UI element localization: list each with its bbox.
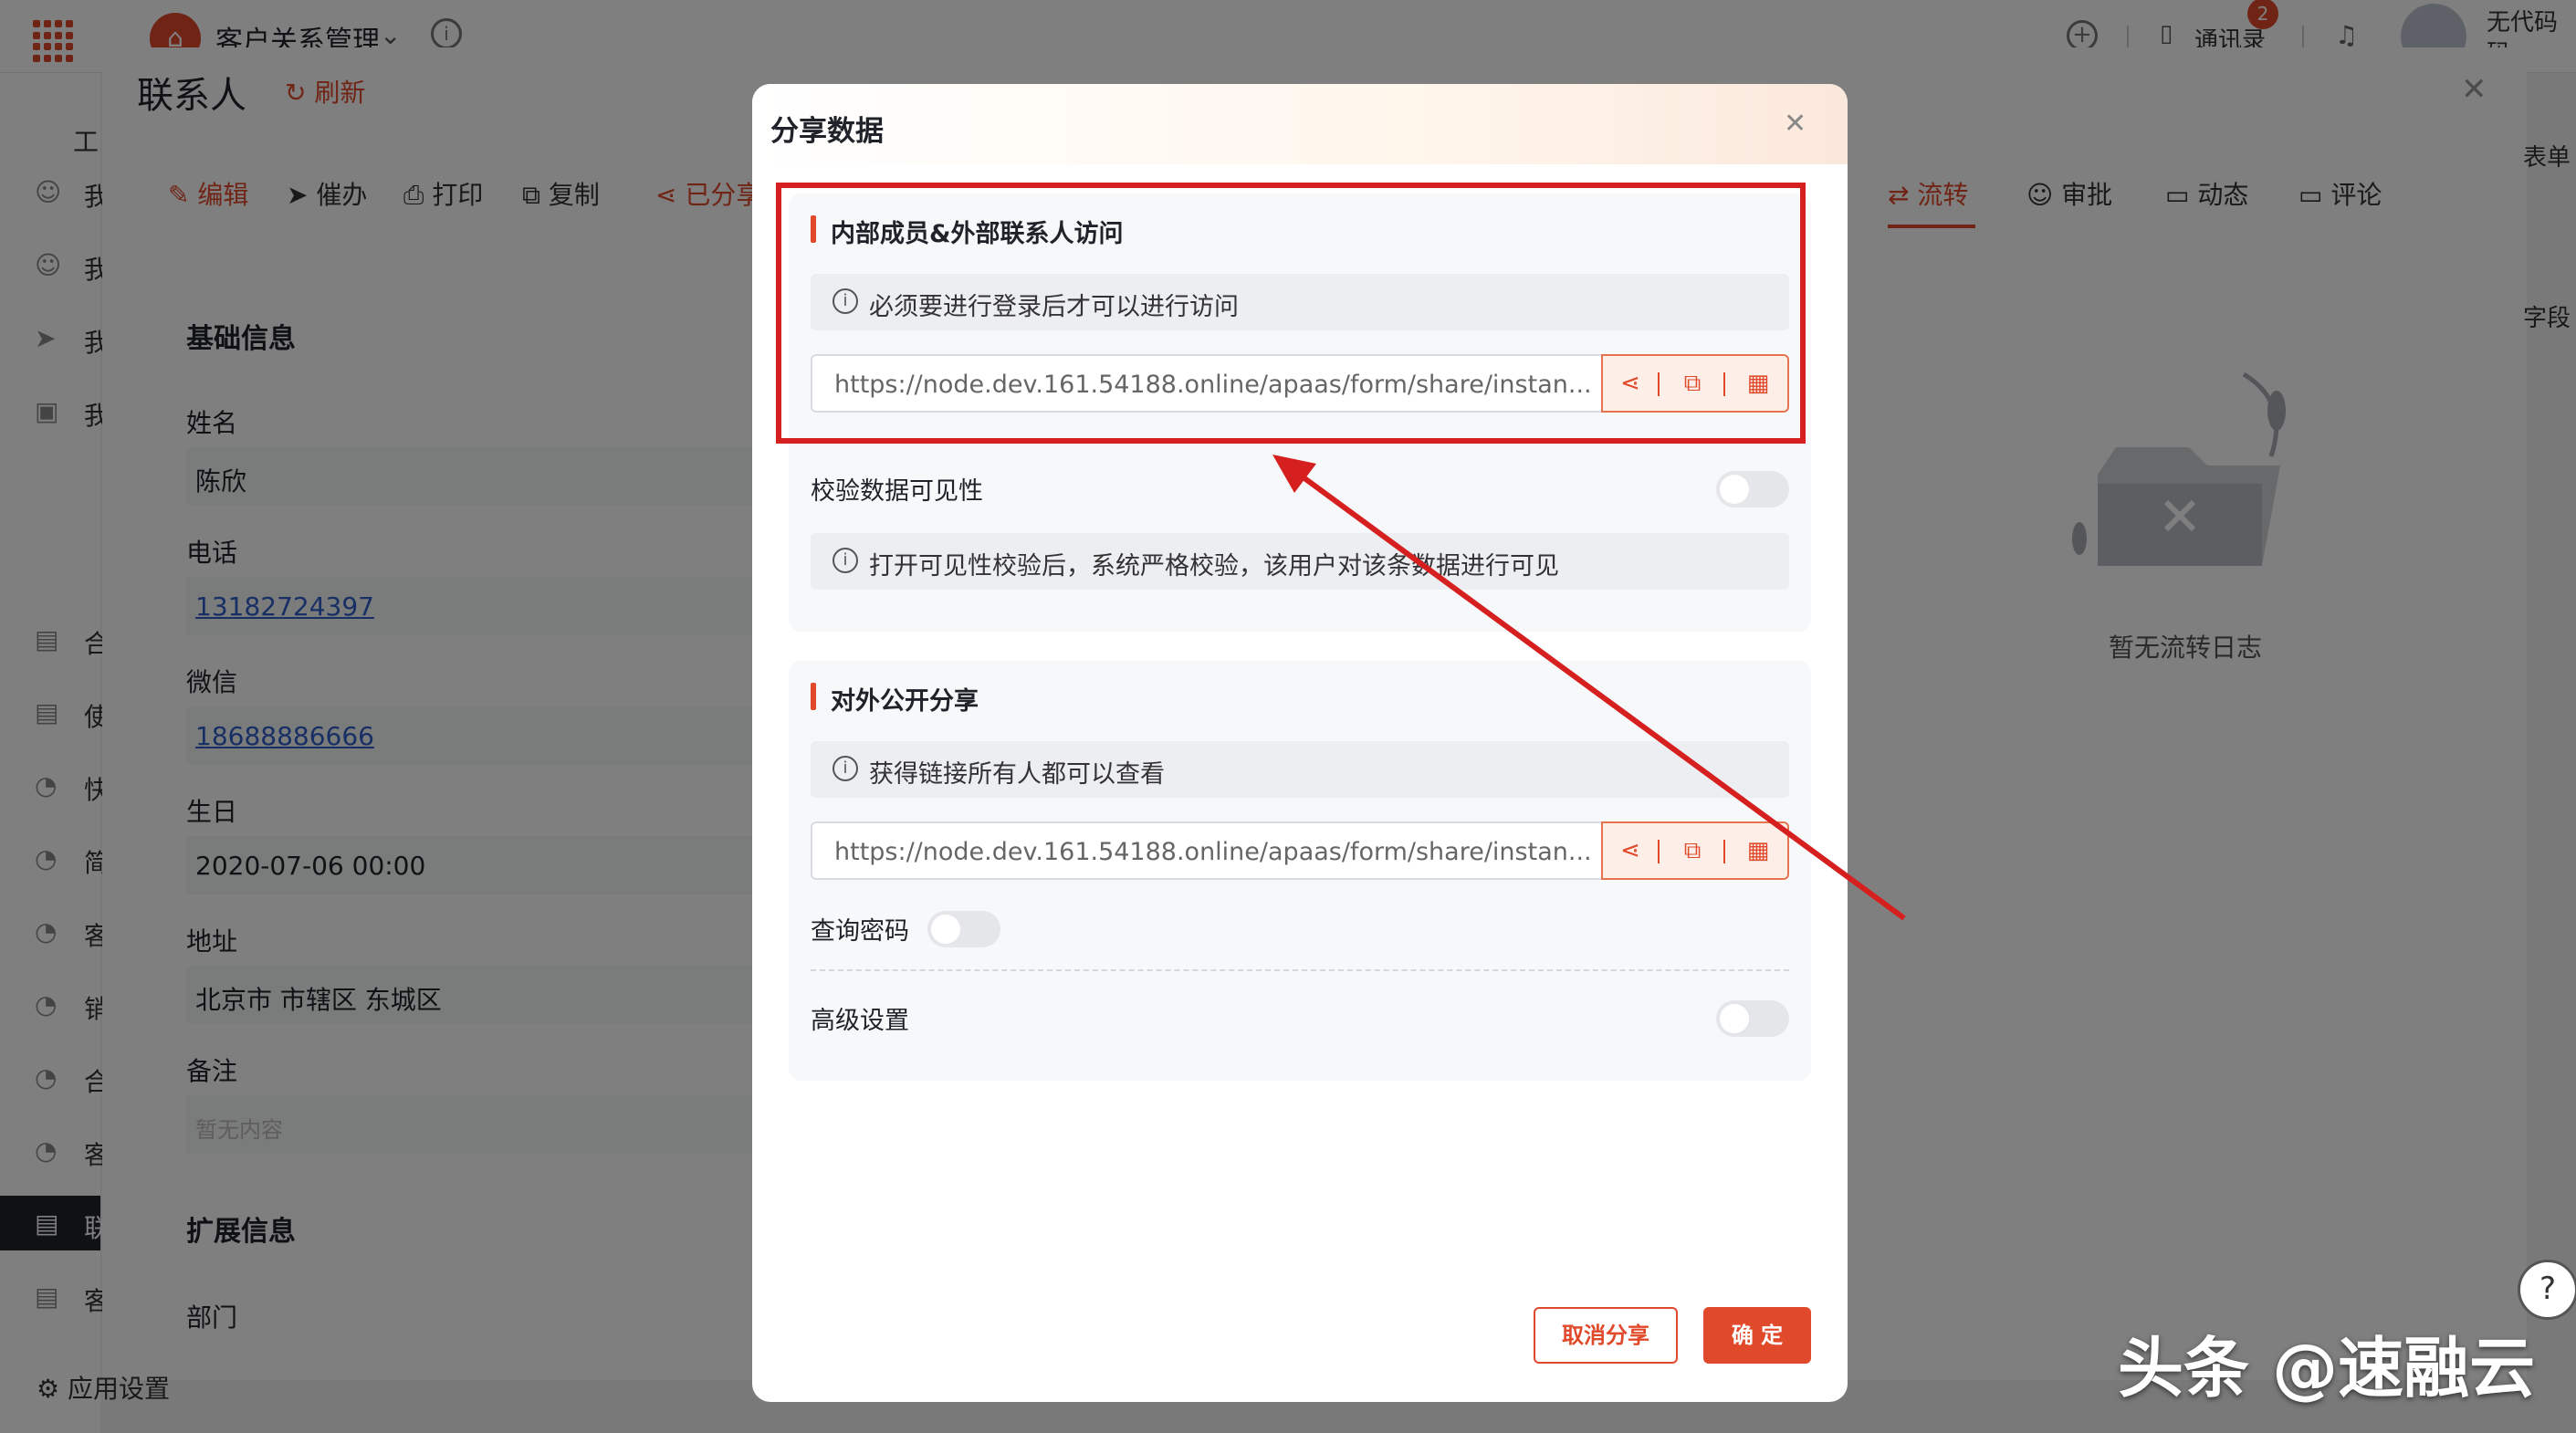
advanced-label: 高级设置 xyxy=(811,1007,909,1035)
divider xyxy=(811,969,1789,971)
confirm-button[interactable]: 确 定 xyxy=(1703,1307,1811,1364)
close-icon[interactable]: ✕ xyxy=(1784,108,1806,140)
info-icon: i xyxy=(832,548,858,573)
annotation-arrow xyxy=(1272,455,1906,921)
annotation-highlight-box xyxy=(776,183,1806,444)
modal-title: 分享数据 xyxy=(770,115,884,148)
info-icon: i xyxy=(832,756,858,781)
help-icon[interactable]: ? xyxy=(2518,1260,2576,1320)
password-toggle[interactable] xyxy=(927,911,1000,947)
watermark: 头条 @速融云 xyxy=(2118,1330,2536,1407)
section-title: 对外公开分享 xyxy=(831,687,979,716)
cancel-share-button[interactable]: 取消分享 xyxy=(1534,1307,1678,1364)
password-label: 查询密码 xyxy=(811,917,909,946)
verify-label: 校验数据可见性 xyxy=(811,477,983,506)
accent-bar xyxy=(811,683,816,710)
advanced-toggle[interactable] xyxy=(1716,1000,1789,1037)
modal-header xyxy=(752,84,1848,164)
